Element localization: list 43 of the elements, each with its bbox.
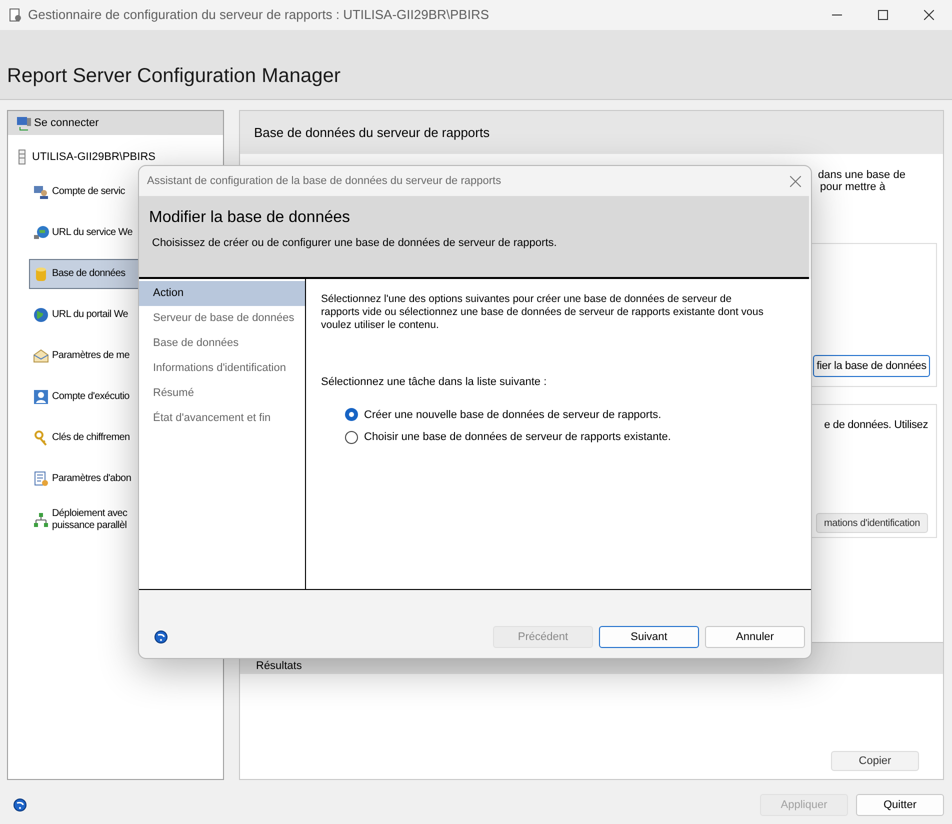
- task-label: Sélectionnez une tâche dans la liste suivante :: [321, 375, 548, 390]
- wizard-step: Résumé: [139, 381, 305, 406]
- radio-option[interactable]: Choisir une base de données de serveur de rapports existante.: [345, 429, 811, 446]
- description-text: Sélectionnez l'une des options suivantes pour créer une base de données de serveur de rapports vide ou sélectionnez une base de données de serveur de rapports existante dont vous voulez utiliser le contenu.: [321, 293, 764, 332]
- description-text: dans une base de: [818, 169, 906, 181]
- database-icon: [33, 266, 49, 282]
- close-icon[interactable]: [924, 10, 934, 20]
- help-icon[interactable]: [154, 630, 168, 644]
- radio-button[interactable]: [345, 430, 358, 444]
- maximize-icon[interactable]: [878, 10, 888, 20]
- navigation-item[interactable]: Déploiement avec puissance parallèl: [29, 505, 223, 535]
- wizard-step: Base de données: [139, 331, 305, 356]
- network-icon: [33, 512, 49, 528]
- change-database-button[interactable]: fier la base de données: [813, 355, 930, 377]
- envelope-icon: [33, 348, 49, 364]
- copy-button[interactable]: Copier: [831, 751, 919, 771]
- radio-button[interactable]: [345, 408, 358, 422]
- credentials-button[interactable]: mations d'identification: [816, 513, 928, 533]
- wizard-step: Informations d'identification: [139, 356, 305, 381]
- close-button[interactable]: [787, 173, 803, 189]
- radio-option[interactable]: Créer une nouvelle base de données de serveur de rapports.: [345, 406, 811, 423]
- server-name: UTILISA-GII29BR\PBIRS: [32, 150, 156, 165]
- key-icon: [33, 430, 49, 446]
- description-text: pour mettre à: [819, 181, 886, 193]
- wizard-button[interactable]: Annuler: [705, 626, 805, 648]
- wizard-button[interactable]: Suivant: [599, 626, 699, 648]
- dialog-subheading: Choisissez de créer ou de configurer une base de données de serveur de rapports.: [151, 236, 558, 251]
- app-icon: [8, 8, 22, 22]
- document-icon: [33, 471, 49, 487]
- computer-icon: [16, 115, 32, 131]
- section-header: Base de données du serveur de rapports: [240, 111, 943, 154]
- dialog-heading: Modifier la base de données: [149, 208, 352, 228]
- dialog-title: Assistant de configuration de la base de données du serveur de rapports: [147, 174, 502, 189]
- window-title: Gestionnaire de configuration du serveur de rapports : UTILISA-GII29BR\PBIRS: [28, 6, 490, 24]
- app-title: Report Server Configuration Manager: [7, 64, 341, 89]
- wizard-step: Serveur de base de données: [139, 306, 305, 331]
- description-text: e de données. Utilisez: [824, 418, 928, 433]
- quit-button[interactable]: Quitter: [856, 794, 944, 816]
- help-icon[interactable]: [13, 798, 27, 812]
- server-icon: [18, 149, 26, 165]
- user-icon: [33, 389, 49, 405]
- wizard-step: Action: [139, 281, 305, 306]
- computer-user-icon: [33, 184, 49, 200]
